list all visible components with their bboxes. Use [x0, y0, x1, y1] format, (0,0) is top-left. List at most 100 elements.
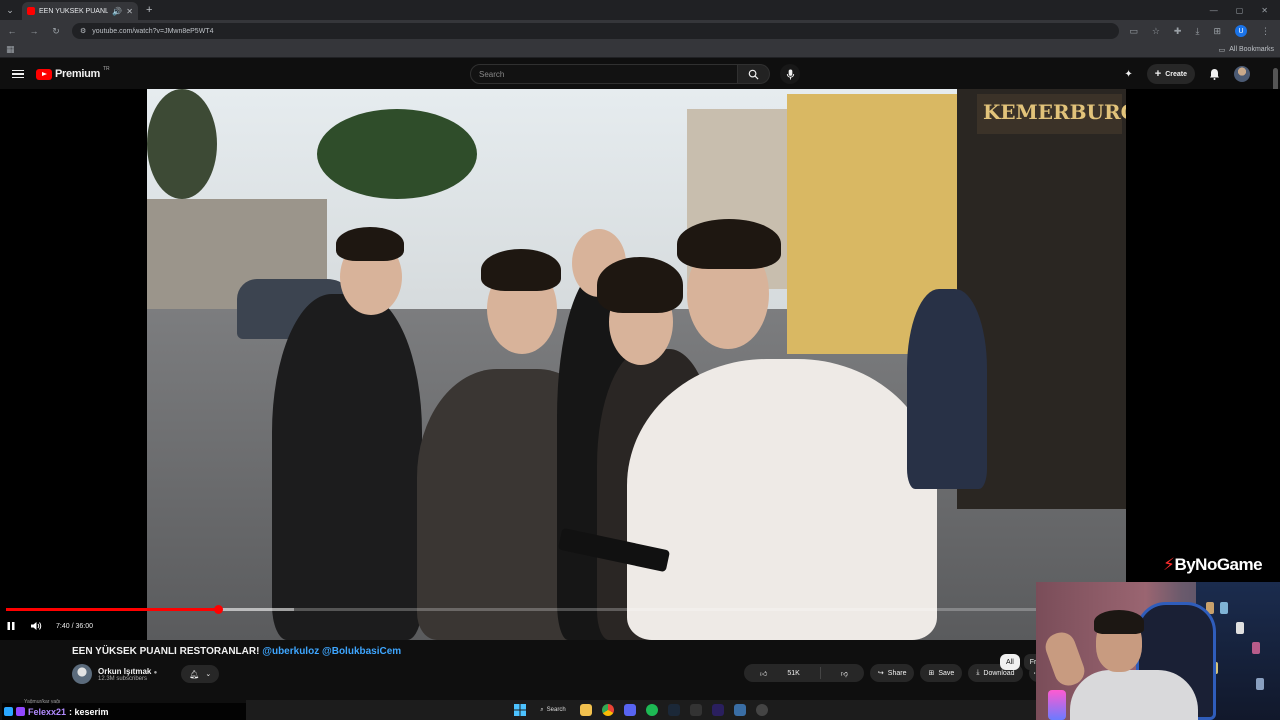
- window-close-icon[interactable]: ✕: [1261, 6, 1268, 15]
- watermark: ⚡ByNoGame: [1163, 555, 1263, 575]
- browser-tab-active[interactable]: EEN YÜKSEK PUANLI RESTO 🔊 ✕: [22, 2, 138, 20]
- speaker-icon[interactable]: 🔊: [112, 7, 122, 16]
- country-code: TR: [102, 66, 110, 72]
- tab-search-icon[interactable]: ⌄: [0, 0, 20, 20]
- discord-icon[interactable]: [623, 704, 636, 716]
- studio-icon[interactable]: ✦: [1124, 69, 1132, 80]
- dislike-button[interactable]: 👎︎: [825, 664, 864, 682]
- scene-tree-left: [147, 89, 217, 199]
- like-count: 51K: [787, 669, 800, 677]
- subscription-bell-button[interactable]: 🔔︎ ⌄: [181, 665, 220, 683]
- search-input[interactable]: Search: [470, 64, 738, 84]
- save-button[interactable]: ⊞ Save: [920, 664, 963, 682]
- spotify-icon[interactable]: [645, 704, 658, 716]
- progress-played: [6, 608, 218, 611]
- tab-close-icon[interactable]: ✕: [126, 7, 133, 16]
- reload-icon[interactable]: ↻: [50, 26, 62, 37]
- bookmark-star-icon[interactable]: ☆: [1152, 26, 1160, 37]
- prime-badge-icon: [16, 707, 25, 716]
- chrome-icon[interactable]: [601, 704, 614, 716]
- downloads-icon[interactable]: ⤓: [1195, 26, 1199, 37]
- folder-icon: ▭: [1218, 46, 1226, 54]
- share-button[interactable]: ↪ Share: [869, 664, 915, 682]
- channel-row: Orkun Işıtmak ● 12.3M subscribers 🔔︎ ⌄: [72, 664, 220, 684]
- scene-person-4-hair: [597, 257, 683, 313]
- like-button[interactable]: 👍︎ 51K: [744, 664, 816, 682]
- thumbs-up-icon: 👍︎: [760, 670, 768, 678]
- menu-icon[interactable]: [12, 69, 24, 79]
- obs-icon[interactable]: [755, 704, 768, 716]
- download-label: Download: [983, 669, 1015, 677]
- taskbar-search[interactable]: ⌕ Search: [536, 707, 569, 714]
- progress-bar[interactable]: [6, 605, 1036, 614]
- browser-menu-icon[interactable]: ⋮: [1261, 26, 1270, 37]
- reading-list-icon[interactable]: ⊞: [1213, 26, 1221, 37]
- time-display: 7:40 / 36:00: [56, 622, 93, 630]
- video-frame[interactable]: KEMERBURG: [147, 89, 1126, 640]
- video-title-text: EEN YÜKSEK PUANLI RESTORANLAR!: [72, 646, 260, 657]
- microphone-icon: [786, 68, 794, 80]
- channel-name[interactable]: Orkun Işıtmak ●: [98, 667, 157, 676]
- create-label: Create: [1165, 70, 1187, 78]
- video-player[interactable]: KEMERBURG ⚡ByNoGame: [0, 89, 1280, 640]
- extensions-icon[interactable]: ✚: [1174, 26, 1182, 37]
- like-separator: [819, 667, 821, 679]
- windows-taskbar: ⌕ Search: [246, 700, 1036, 720]
- bell-icon: 🔔︎: [189, 669, 200, 679]
- back-icon[interactable]: ←: [6, 26, 18, 36]
- site-info-icon[interactable]: ⚙: [80, 27, 86, 35]
- file-explorer-icon[interactable]: [579, 704, 592, 716]
- chat-username: Felexx21: [28, 706, 67, 717]
- youtube-logo[interactable]: Premium TR: [36, 66, 110, 80]
- omnibox[interactable]: ⚙ youtube.com/watch?v=JMwn8eP5WT4: [72, 23, 1120, 39]
- forward-icon[interactable]: →: [28, 26, 40, 36]
- steam-icon[interactable]: [667, 704, 680, 716]
- tab-title: EEN YÜKSEK PUANLI RESTO: [39, 7, 109, 15]
- taskbar-search-icon: ⌕: [540, 706, 544, 713]
- new-tab-icon[interactable]: +: [146, 4, 152, 16]
- youtube-favicon-icon: [27, 7, 35, 15]
- save-label: Save: [938, 669, 955, 677]
- streamer-body: [1070, 670, 1198, 720]
- chip-all[interactable]: All: [1000, 654, 1020, 670]
- minimize-icon[interactable]: —: [1210, 6, 1218, 15]
- notifications-bell-icon[interactable]: [1209, 68, 1220, 80]
- chat-text: : keserim: [69, 706, 109, 717]
- subscriber-count: 12.3M subscribers: [98, 675, 148, 682]
- scene-passerby: [907, 289, 987, 489]
- address-toolbar: ← → ↻ ⚙ youtube.com/watch?v=JMwn8eP5WT4 …: [0, 20, 1280, 42]
- scene-person-2-hair: [481, 249, 561, 291]
- create-button[interactable]: + Create: [1146, 64, 1195, 84]
- channel-avatar[interactable]: [72, 664, 92, 684]
- all-bookmarks-label: All Bookmarks: [1229, 46, 1274, 53]
- volume-icon[interactable]: [30, 621, 42, 631]
- youtube-play-icon: [36, 68, 52, 80]
- player-controls: 7:40 / 36:00: [6, 617, 93, 635]
- browser-tab-bar: ⌄ EEN YÜKSEK PUANLI RESTO 🔊 ✕ + — ▢ ✕: [0, 0, 1280, 20]
- apps-grid-icon[interactable]: ▦: [6, 44, 15, 55]
- download-icon: ⤓: [976, 669, 980, 676]
- video-title-mentions[interactable]: @uberkuloz @BolukbasiCem: [262, 646, 401, 657]
- premiere-icon[interactable]: [711, 704, 724, 716]
- cast-icon[interactable]: ▭: [1129, 26, 1138, 37]
- pause-icon[interactable]: [6, 621, 16, 631]
- profile-avatar[interactable]: U: [1235, 25, 1247, 37]
- windows-start-icon[interactable]: [514, 704, 527, 716]
- network-app-icon[interactable]: [733, 704, 746, 716]
- subscriber-badge-icon: [4, 707, 13, 716]
- scene-person-5: [627, 359, 937, 640]
- account-avatar[interactable]: [1234, 66, 1250, 82]
- share-icon: ↪: [877, 670, 884, 677]
- url-text[interactable]: youtube.com/watch?v=JMwn8eP5WT4: [92, 28, 213, 35]
- rgb-lamp: [1048, 690, 1066, 720]
- webcam-overlay: [1036, 582, 1280, 720]
- terminal-icon[interactable]: [689, 704, 702, 716]
- scene-person-1: [272, 294, 422, 640]
- maximize-icon[interactable]: ▢: [1236, 6, 1244, 15]
- video-title: EEN YÜKSEK PUANLI RESTORANLAR! @uberkulo…: [72, 646, 401, 657]
- voice-search-button[interactable]: [780, 64, 800, 84]
- all-bookmarks-button[interactable]: ▭ All Bookmarks: [1219, 46, 1274, 54]
- search-button[interactable]: [738, 64, 770, 84]
- brand-label: Premium: [55, 68, 100, 80]
- scrubber-handle[interactable]: [213, 605, 223, 614]
